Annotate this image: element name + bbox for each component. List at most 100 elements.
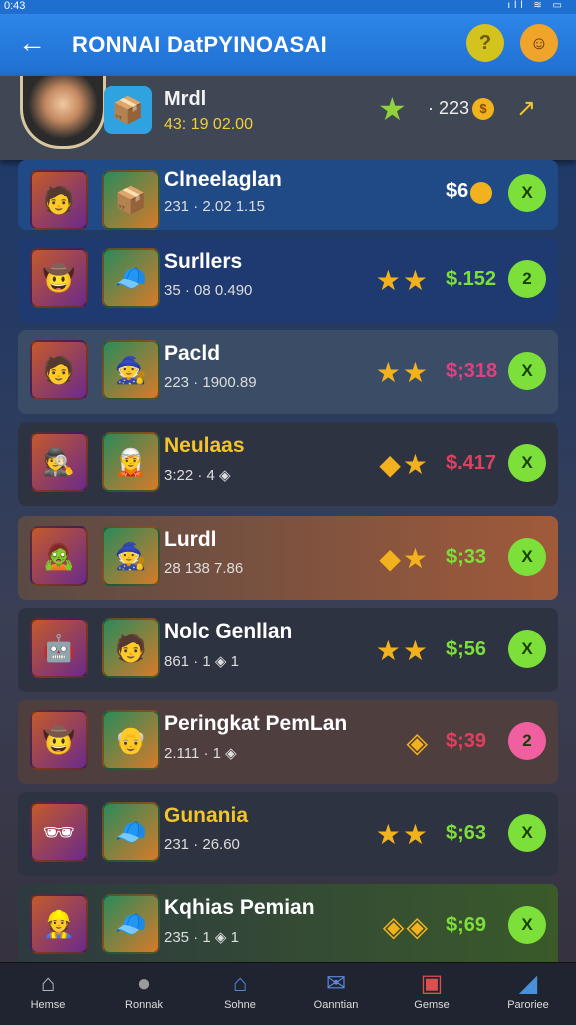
player-price: $;56 [446, 638, 487, 660]
nav-label: Sohne [224, 999, 256, 1011]
player-name: Kqhias Pemian [164, 896, 315, 919]
nav-label: Ronnak [125, 999, 163, 1011]
player-avatar: 🧢 [102, 894, 160, 954]
status-time: 0:43 [4, 0, 26, 12]
nav-label: Oanntian [313, 999, 359, 1011]
leaderboard-row[interactable]: 🕶 🧢 Gunania 231 · 26.60 ★★ $;63 X [18, 792, 558, 876]
leaderboard-row[interactable]: 🤖 🧑 Nolc Genllan 861 · 1 ◈ 1 ★★ $;56 X [18, 608, 558, 692]
status-bar: 0:43 ıll ≋ ▭ [0, 0, 576, 14]
star-rating: ★★ [375, 819, 430, 850]
nav-item-oanntian[interactable]: ✉ Oanntian [288, 969, 384, 1011]
action-button[interactable]: X [508, 444, 546, 482]
player-avatar: 🧑 [30, 170, 88, 230]
player-avatar: 🧝 [102, 432, 160, 492]
nav-item-sohne[interactable]: ⌂ Sohne [192, 969, 288, 1011]
player-avatar: 📦 [102, 170, 160, 230]
leaderboard-row[interactable]: 🤠 👴 Peringkat PemLan 2.111 · 1 ◈ ◈ $;39 2 [18, 700, 558, 784]
player-stats: 3:22 · 4 ◈ [164, 467, 231, 484]
player-stats: 861 · 1 ◈ 1 [164, 653, 239, 670]
action-button[interactable]: X [508, 630, 546, 668]
nav-label: Hemse [30, 999, 66, 1011]
action-button[interactable]: X [508, 906, 546, 944]
player-price: $6 [446, 180, 469, 202]
player-avatar: 🧙 [102, 526, 160, 586]
action-button[interactable]: 2 [508, 260, 546, 298]
star-rating: ◆★ [379, 449, 430, 480]
player-price: $;63 [446, 822, 487, 844]
bottom-nav: ⌂ Hemse ● Ronnak ⌂ Sohne ✉ Oanntian ▣ Gemse ◢ Paror… [0, 962, 576, 1025]
action-button[interactable]: 2 [508, 722, 546, 760]
player-name: Peringkat PemLan [164, 712, 348, 735]
nav-item-paroriee[interactable]: ◢ Paroriee [480, 969, 576, 1011]
action-button[interactable]: X [508, 174, 546, 212]
player-avatar: 🧙 [102, 340, 160, 400]
nav-label: Gemse [414, 999, 450, 1011]
leaderboard-row[interactable]: 🧑 📦 Clneelaglan 231 · 2.02 1.15 $6 X [18, 160, 558, 230]
player-stats: 235 · 1 ◈ 1 [164, 929, 239, 946]
settings-icon: ◢ [518, 970, 538, 997]
player-stats: 43: 19 02.00 [164, 116, 253, 133]
action-button[interactable]: X [508, 538, 546, 576]
player-avatar: 🤠 [30, 710, 88, 770]
player-avatar: 🧢 [102, 802, 160, 862]
help-button[interactable]: ? [466, 24, 504, 62]
leaderboard-row[interactable]: 👷 🧢 Kqhias Pemian 235 · 1 ◈ 1 ◈◈ $;69 X [18, 884, 558, 968]
star-rating: ★★ [375, 635, 430, 666]
nav-label: Paroriee [507, 999, 549, 1011]
expand-arrow-icon[interactable]: ↗ [516, 94, 536, 123]
leaderboard-row[interactable]: 🤠 🧢 Surllers 35 · 08 0.490 ★★ $.152 2 [18, 238, 558, 322]
mail-icon: ✉ [325, 970, 347, 997]
nav-item-gemse[interactable]: ▣ Gemse [384, 969, 480, 1011]
app-bar: ← RONNAI DatPYINOASAI ? ☺ [0, 14, 576, 76]
treasure-chest-icon: 📦 [104, 86, 152, 134]
current-player-card[interactable]: 📦 Mrdl 43: 19 02.00 ★ · 223 $ ↗ [0, 76, 576, 160]
leaderboard-row[interactable]: 🧑 🧙 Pacld 223 · 1900.89 ★★ $;318 X [18, 330, 558, 414]
player-name: Pacld [164, 342, 221, 365]
player-avatar: 🧟 [30, 526, 88, 586]
player-avatar: 🧑 [102, 618, 160, 678]
action-button[interactable]: X [508, 352, 546, 390]
home-icon: ⌂ [40, 970, 56, 997]
player-price: $.152 [446, 268, 497, 290]
player-stats: 35 · 08 0.490 [164, 282, 253, 299]
player-name: Clneelaglan [164, 168, 282, 191]
star-rating: ★★ [375, 357, 430, 388]
player-avatar [20, 76, 106, 149]
star-rating: ◆★ [379, 543, 430, 574]
player-price: $;33 [446, 546, 487, 568]
player-name: Mrdl [164, 88, 207, 110]
player-name: Neulaas [164, 434, 245, 457]
player-name: Nolc Genllan [164, 620, 293, 643]
player-avatar: 🤖 [30, 618, 88, 678]
player-avatar: 🧢 [102, 248, 160, 308]
player-price: $;39 [446, 730, 487, 752]
player-stats: 231 · 2.02 1.15 [164, 198, 265, 215]
nav-item-hemse[interactable]: ⌂ Hemse [0, 969, 96, 1011]
leaderboard-row[interactable]: 🧟 🧙 Lurdl 28 138 7.86 ◆★ $;33 X [18, 516, 558, 600]
player-avatar: 👷 [30, 894, 88, 954]
leaderboard-row[interactable]: 🕵 🧝 Neulaas 3:22 · 4 ◈ ◆★ $.417 X [18, 422, 558, 506]
ranking-icon: ● [136, 970, 152, 997]
player-avatar: 🕶 [30, 802, 88, 862]
player-stats: 28 138 7.86 [164, 560, 244, 577]
player-stats: 231 · 26.60 [164, 836, 240, 853]
star-rating: ◈◈ [382, 911, 430, 942]
coin-icon [470, 182, 492, 204]
page-title: RONNAI DatPYINOASAI [72, 32, 328, 57]
shop-icon: ⌂ [232, 970, 248, 997]
player-avatar: 🤠 [30, 248, 88, 308]
player-avatar: 👴 [102, 710, 160, 770]
player-name: Gunania [164, 804, 249, 827]
star-rating: ★★ [375, 265, 430, 296]
player-stats: 223 · 1900.89 [164, 374, 257, 391]
action-button[interactable]: X [508, 814, 546, 852]
player-avatar: 🧑 [30, 340, 88, 400]
player-stats: 2.111 · 1 ◈ [164, 745, 237, 762]
back-arrow-icon[interactable]: ← [18, 28, 46, 58]
coin-icon: $ [472, 98, 494, 120]
player-price: $;69 [446, 914, 487, 936]
player-price: $;318 [446, 360, 498, 382]
player-price: $.417 [446, 452, 497, 474]
nav-item-ronnak[interactable]: ● Ronnak [96, 969, 192, 1011]
profile-avatar-button[interactable]: ☺ [520, 24, 558, 62]
